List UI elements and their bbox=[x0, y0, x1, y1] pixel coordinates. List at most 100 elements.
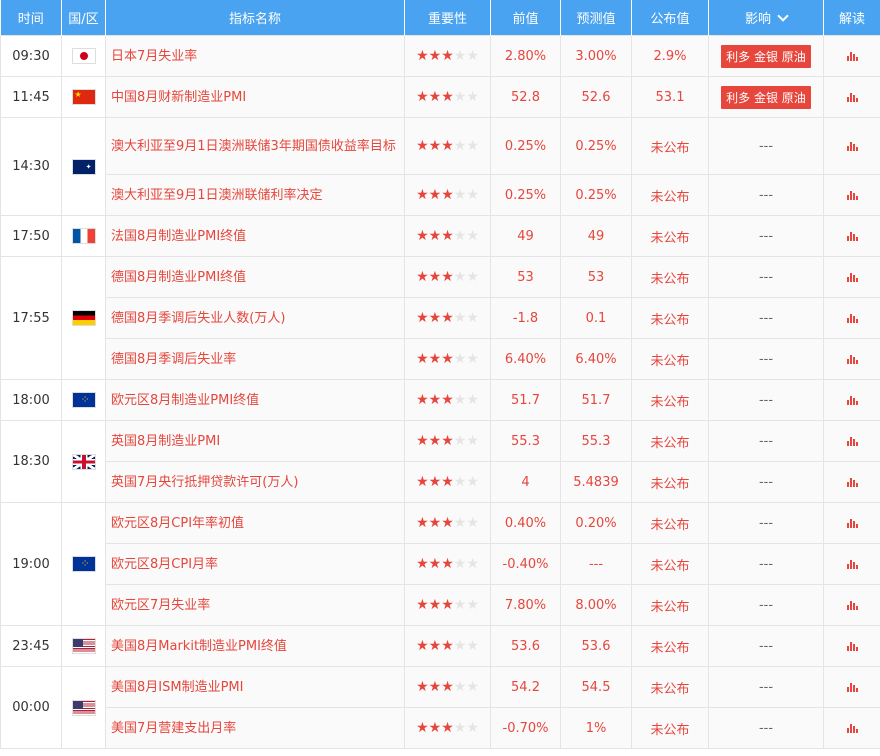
analysis-button[interactable] bbox=[823, 117, 880, 175]
indicator-name-link[interactable]: 美国7月营建支出月率 bbox=[105, 707, 405, 749]
star-rating: ★★★★★ bbox=[416, 269, 479, 285]
table-row: 德国8月季调后失业人数(万人) ★★★★★ -1.8 0.1 未公布 --- bbox=[1, 297, 880, 339]
star-icon: ★ bbox=[441, 515, 454, 531]
indicator-name-link[interactable]: 法国8月制造业PMI终值 bbox=[105, 215, 405, 257]
importance-stars: ★★★★★ bbox=[404, 76, 491, 118]
region-flag-cell bbox=[61, 215, 106, 257]
indicator-name-link[interactable]: 澳大利亚至9月1日澳洲联储3年期国债收益率目标 bbox=[105, 117, 405, 175]
analysis-button[interactable] bbox=[823, 35, 880, 77]
bar-chart-icon bbox=[846, 92, 858, 102]
star-icon: ★ bbox=[466, 433, 479, 449]
star-icon: ★ bbox=[453, 474, 467, 490]
analysis-button[interactable] bbox=[823, 420, 880, 462]
bar-chart-icon bbox=[846, 141, 858, 151]
bar-chart-icon bbox=[846, 51, 858, 61]
importance-stars: ★★★★★ bbox=[404, 256, 491, 298]
indicator-name-link[interactable]: 欧元区8月制造业PMI终值 bbox=[105, 379, 405, 421]
indicator-name-link[interactable]: 欧元区8月CPI年率初值 bbox=[105, 502, 405, 544]
analysis-button[interactable] bbox=[823, 707, 880, 749]
star-icon: ★ bbox=[428, 720, 442, 736]
previous-value: 52.8 bbox=[490, 76, 561, 118]
star-rating: ★★★★★ bbox=[416, 638, 479, 654]
analysis-button[interactable] bbox=[823, 543, 880, 585]
analysis-button[interactable] bbox=[823, 379, 880, 421]
indicator-name-link[interactable]: 德国8月季调后失业率 bbox=[105, 338, 405, 380]
forecast-value: 53.6 bbox=[560, 625, 632, 667]
table-row: 澳大利亚至9月1日澳洲联储利率决定 ★★★★★ 0.25% 0.25% 未公布 --- bbox=[1, 174, 880, 216]
header-time: 时间 bbox=[0, 0, 62, 36]
region-flag-cell bbox=[61, 256, 106, 380]
forecast-value: 5.4839 bbox=[560, 461, 632, 503]
analysis-button[interactable] bbox=[823, 256, 880, 298]
analysis-button[interactable] bbox=[823, 625, 880, 667]
indicator-name-link[interactable]: 中国8月财新制造业PMI bbox=[105, 76, 405, 118]
header-actual: 公布值 bbox=[631, 0, 709, 36]
impact-cell: --- bbox=[708, 584, 824, 626]
analysis-button[interactable] bbox=[823, 584, 880, 626]
indicator-name-link[interactable]: 美国8月Markit制造业PMI终值 bbox=[105, 625, 405, 667]
forecast-value: --- bbox=[560, 543, 632, 585]
forecast-value: 3.00% bbox=[560, 35, 632, 77]
indicator-name-link[interactable]: 澳大利亚至9月1日澳洲联储利率决定 bbox=[105, 174, 405, 216]
star-rating: ★★★★★ bbox=[416, 474, 479, 490]
star-icon: ★ bbox=[453, 269, 467, 285]
actual-value: 未公布 bbox=[631, 584, 709, 626]
previous-value: 0.25% bbox=[490, 117, 561, 175]
previous-value: 2.80% bbox=[490, 35, 561, 77]
flag-eu-icon bbox=[71, 556, 96, 572]
importance-stars: ★★★★★ bbox=[404, 543, 491, 585]
indicator-name-link[interactable]: 美国8月ISM制造业PMI bbox=[105, 666, 405, 708]
importance-stars: ★★★★★ bbox=[404, 707, 491, 749]
star-icon: ★ bbox=[441, 310, 454, 326]
flag-au-icon bbox=[71, 158, 96, 175]
star-icon: ★ bbox=[466, 269, 479, 285]
star-icon: ★ bbox=[428, 228, 442, 244]
forecast-value: 53 bbox=[560, 256, 632, 298]
previous-value: 7.80% bbox=[490, 584, 561, 626]
star-icon: ★ bbox=[466, 638, 479, 654]
table-row: 欧元区8月CPI月率 ★★★★★ -0.40% --- 未公布 --- bbox=[1, 543, 880, 585]
indicator-name-link[interactable]: 日本7月失业率 bbox=[105, 35, 405, 77]
bar-chart-icon bbox=[846, 190, 858, 200]
star-icon: ★ bbox=[453, 515, 467, 531]
star-icon: ★ bbox=[466, 515, 479, 531]
analysis-button[interactable] bbox=[823, 215, 880, 257]
indicator-name-link[interactable]: 德国8月季调后失业人数(万人) bbox=[105, 297, 405, 339]
star-icon: ★ bbox=[466, 89, 479, 105]
flag-de-icon bbox=[71, 310, 96, 326]
star-icon: ★ bbox=[466, 310, 479, 326]
star-icon: ★ bbox=[416, 48, 429, 64]
event-time: 19:00 bbox=[0, 502, 62, 626]
indicator-name-link[interactable]: 欧元区7月失业率 bbox=[105, 584, 405, 626]
star-icon: ★ bbox=[466, 187, 479, 203]
importance-stars: ★★★★★ bbox=[404, 379, 491, 421]
table-header-row: 时间 国/区 指标名称 重要性 前值 预测值 公布值 影响 解读 bbox=[0, 0, 880, 36]
analysis-button[interactable] bbox=[823, 297, 880, 339]
event-time: 11:45 bbox=[0, 76, 62, 118]
analysis-button[interactable] bbox=[823, 338, 880, 380]
previous-value: 53.6 bbox=[490, 625, 561, 667]
star-icon: ★ bbox=[453, 556, 467, 572]
bar-chart-icon bbox=[846, 641, 858, 651]
indicator-name-link[interactable]: 英国7月央行抵押贷款许可(万人) bbox=[105, 461, 405, 503]
actual-value: 未公布 bbox=[631, 461, 709, 503]
bar-chart-icon bbox=[846, 231, 858, 241]
flag-us-icon bbox=[71, 638, 96, 654]
star-icon: ★ bbox=[441, 597, 454, 613]
event-time: 17:55 bbox=[0, 256, 62, 380]
analysis-button[interactable] bbox=[823, 502, 880, 544]
indicator-name-link[interactable]: 欧元区8月CPI月率 bbox=[105, 543, 405, 585]
star-icon: ★ bbox=[453, 351, 467, 367]
actual-value: 未公布 bbox=[631, 502, 709, 544]
header-impact-dropdown[interactable]: 影响 bbox=[708, 0, 824, 36]
analysis-button[interactable] bbox=[823, 76, 880, 118]
indicator-name-link[interactable]: 德国8月制造业PMI终值 bbox=[105, 256, 405, 298]
star-icon: ★ bbox=[416, 720, 429, 736]
region-flag-cell bbox=[61, 379, 106, 421]
indicator-name-link[interactable]: 英国8月制造业PMI bbox=[105, 420, 405, 462]
analysis-button[interactable] bbox=[823, 461, 880, 503]
analysis-button[interactable] bbox=[823, 666, 880, 708]
analysis-button[interactable] bbox=[823, 174, 880, 216]
star-icon: ★ bbox=[466, 351, 479, 367]
star-icon: ★ bbox=[441, 679, 454, 695]
